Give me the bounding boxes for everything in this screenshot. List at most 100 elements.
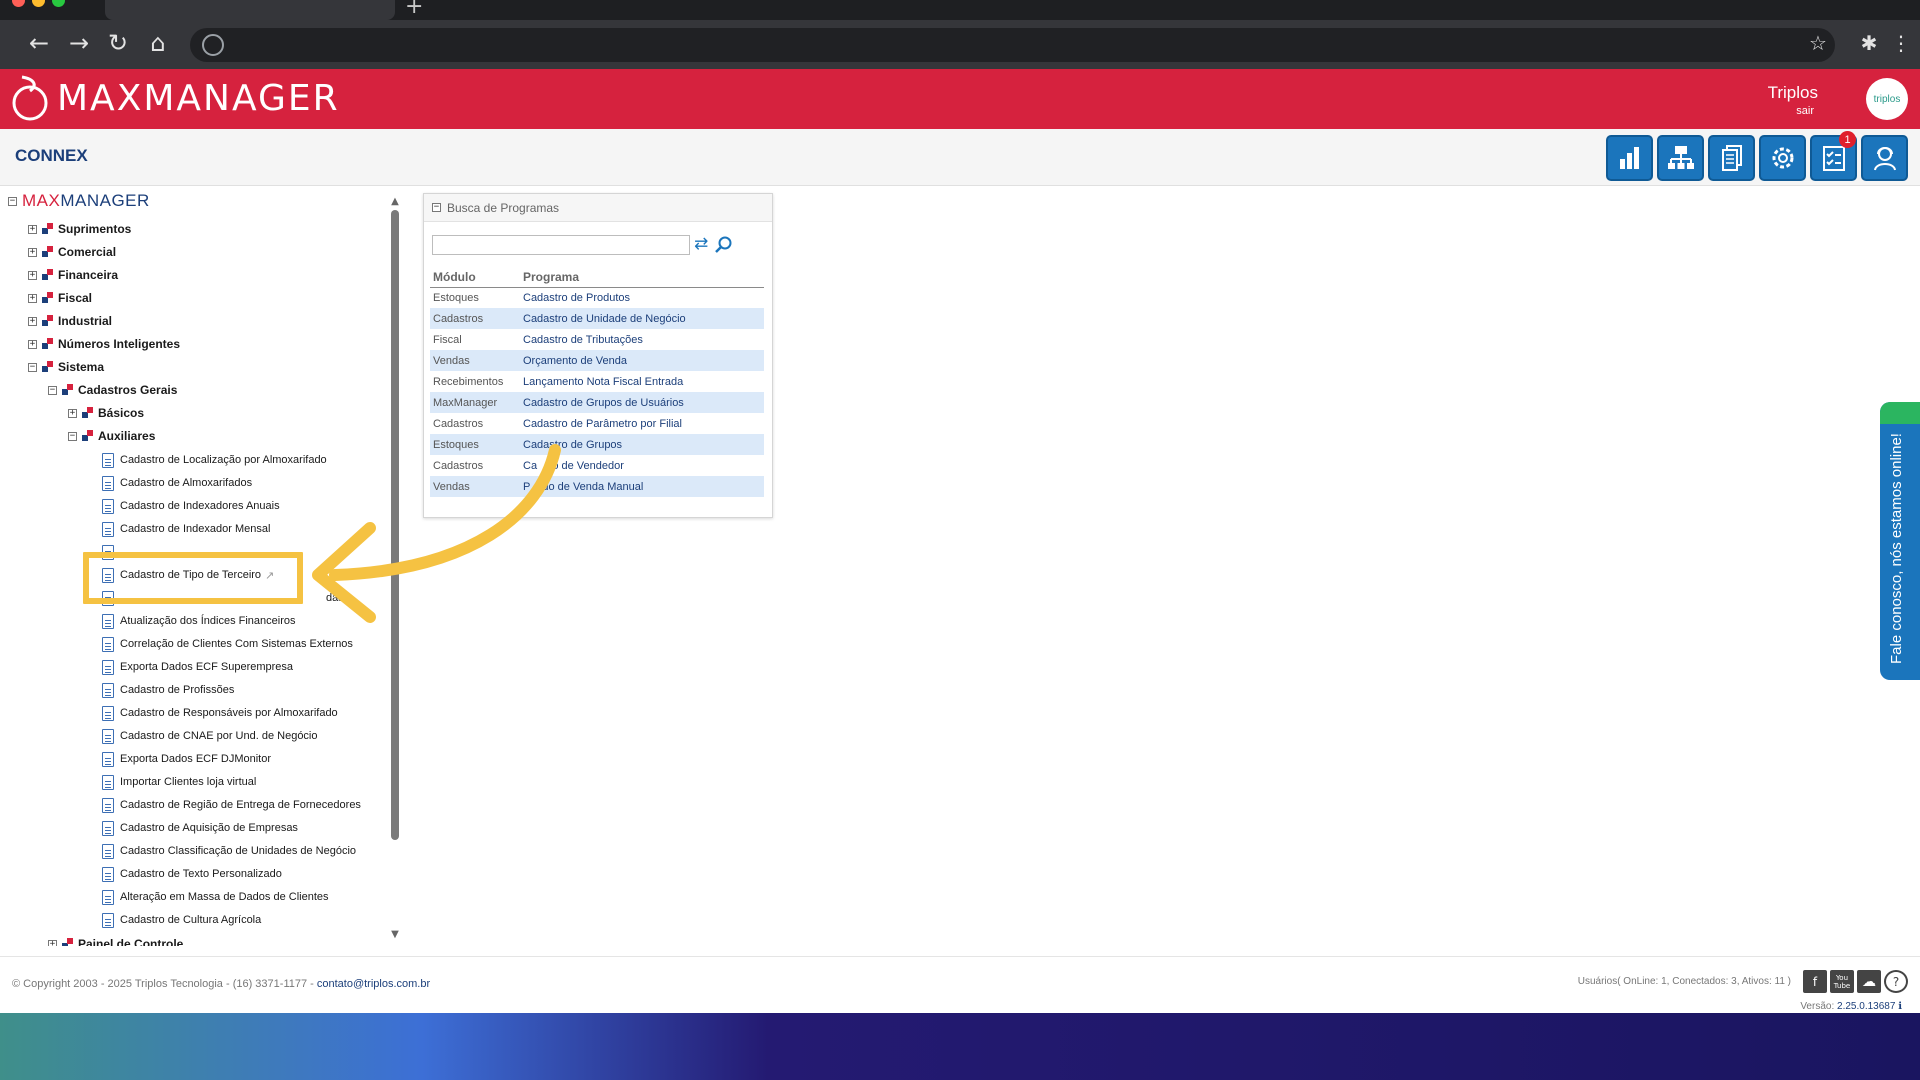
program-link[interactable]: Cadastro de Produtos bbox=[520, 287, 764, 308]
home-icon[interactable]: ⌂ bbox=[141, 26, 175, 60]
help-icon[interactable]: ? bbox=[1884, 970, 1908, 993]
info-icon[interactable]: ℹ bbox=[1898, 1001, 1902, 1012]
program-link[interactable]: Cadastro de Unidade de Negócio bbox=[520, 308, 764, 329]
address-bar[interactable] bbox=[190, 28, 1835, 62]
scroll-down-icon[interactable]: ▼ bbox=[389, 929, 401, 941]
collapse-icon[interactable]: − bbox=[68, 431, 77, 441]
support-button[interactable] bbox=[1861, 135, 1908, 181]
table-row[interactable]: MaxManager Cadastro de Grupos de Usuários bbox=[430, 392, 764, 413]
refresh-icon[interactable]: ⇄ bbox=[694, 234, 712, 256]
scroll-up-icon[interactable]: ▲ bbox=[389, 196, 401, 208]
tree-item-fiscal[interactable]: + Fiscal bbox=[28, 288, 92, 308]
tree-leaf-label: Cadastro de Texto Personalizado bbox=[120, 868, 282, 880]
company-avatar[interactable]: triplos bbox=[1866, 78, 1908, 120]
tree-item-suprimentos[interactable]: + Suprimentos bbox=[28, 219, 131, 239]
program-link[interactable]: Lançamento Nota Fiscal Entrada bbox=[520, 371, 764, 392]
program-link[interactable]: Cadastro de Tributações bbox=[520, 329, 764, 350]
new-tab-icon[interactable]: + bbox=[405, 0, 423, 19]
program-link[interactable]: P do de Venda Manual bbox=[520, 476, 764, 497]
tree-leaf[interactable]: Cadastro de Aquisição de Empresas bbox=[102, 818, 298, 838]
tree-item-sistema[interactable]: − Sistema bbox=[28, 357, 104, 377]
tree-leaf-label: Cadastro de Indexadores Anuais bbox=[120, 500, 280, 512]
tree-leaf[interactable]: Importar Clientes loja virtual bbox=[102, 772, 256, 792]
tree-leaf[interactable]: Cadastro de Profissões bbox=[102, 680, 234, 700]
table-row[interactable]: Vendas P do de Venda Manual bbox=[430, 476, 764, 497]
extensions-icon[interactable]: ✱ bbox=[1852, 26, 1886, 60]
forward-icon[interactable]: → bbox=[62, 26, 96, 60]
tree-item-industrial[interactable]: + Industrial bbox=[28, 311, 112, 331]
tree-root[interactable]: − MAXMANAGER bbox=[8, 191, 150, 211]
close-window-dot[interactable] bbox=[12, 0, 25, 7]
tree-item-basicos[interactable]: + Básicos bbox=[68, 403, 144, 423]
tree-leaf[interactable]: Cadastro de Cultura Agrícola bbox=[102, 910, 261, 930]
program-search-input[interactable] bbox=[432, 235, 690, 255]
table-row[interactable]: Recebimentos Lançamento Nota Fiscal Entra… bbox=[430, 371, 764, 392]
network-button[interactable] bbox=[1657, 135, 1704, 181]
tree-scrollbar[interactable]: ▲ ▼ bbox=[389, 196, 401, 941]
maximize-window-dot[interactable] bbox=[52, 0, 65, 7]
browser-menu-icon[interactable]: ⋮ bbox=[1884, 26, 1918, 60]
tree-item-comercial[interactable]: + Comercial bbox=[28, 242, 116, 262]
settings-button[interactable] bbox=[1759, 135, 1806, 181]
bookmark-star-icon[interactable]: ☆ bbox=[1801, 26, 1835, 60]
collapse-icon[interactable]: − bbox=[48, 385, 57, 395]
expand-icon[interactable]: + bbox=[68, 408, 77, 418]
back-icon[interactable]: ← bbox=[22, 26, 56, 60]
facebook-icon[interactable]: f bbox=[1803, 970, 1827, 993]
tree-leaf[interactable]: Exporta Dados ECF Superempresa bbox=[102, 657, 293, 677]
reports-button[interactable] bbox=[1606, 135, 1653, 181]
tree-leaf[interactable]: Cadastro de Indexador Mensal bbox=[102, 519, 270, 539]
table-row[interactable]: Fiscal Cadastro de Tributações bbox=[430, 329, 764, 350]
tree-leaf[interactable]: Cadastro Classificação de Unidades de Ne… bbox=[102, 841, 356, 861]
collapse-icon[interactable]: − bbox=[8, 196, 17, 206]
panel-header[interactable]: − Busca de Programas bbox=[424, 194, 772, 222]
search-icon[interactable] bbox=[714, 235, 734, 255]
scroll-thumb[interactable] bbox=[391, 210, 399, 840]
tree-leaf[interactable]: Alteração em Massa de Dados de Clientes bbox=[102, 887, 329, 907]
tree-leaf[interactable]: Cadastro de Localização por Almoxarifado bbox=[102, 450, 327, 470]
table-row[interactable]: Estoques Cadastro de Grupos bbox=[430, 434, 764, 455]
collapse-icon[interactable]: − bbox=[28, 362, 37, 372]
documents-button[interactable] bbox=[1708, 135, 1755, 181]
program-link[interactable]: Cadastro de Grupos de Usuários bbox=[520, 392, 764, 413]
tree-leaf[interactable]: Cadastro de Texto Personalizado bbox=[102, 864, 282, 884]
program-link[interactable]: Cadastro de Grupos bbox=[520, 434, 764, 455]
expand-icon[interactable]: + bbox=[48, 939, 57, 946]
tree-item-painel-de-controle[interactable]: + Painel de Controle bbox=[48, 934, 183, 946]
tree-leaf[interactable]: Cadastro de Indexadores Anuais bbox=[102, 496, 280, 516]
minimize-window-dot[interactable] bbox=[32, 0, 45, 7]
program-link[interactable]: Ca o de Vendedor bbox=[520, 455, 764, 476]
cloud-icon[interactable]: ☁ bbox=[1857, 970, 1881, 993]
expand-icon[interactable]: + bbox=[28, 224, 37, 234]
tree-leaf[interactable]: Correlação de Clientes Com Sistemas Exte… bbox=[102, 634, 353, 654]
tree-leaf[interactable]: Cadastro de Região de Entrega de Fornece… bbox=[102, 795, 361, 815]
tree-item-auxiliares[interactable]: − Auxiliares bbox=[68, 426, 155, 446]
contact-email-link[interactable]: contato@triplos.com.br bbox=[317, 978, 430, 990]
expand-icon[interactable]: + bbox=[28, 293, 37, 303]
expand-icon[interactable]: + bbox=[28, 247, 37, 257]
tree-leaf[interactable]: Cadastro de CNAE por Und. de Negócio bbox=[102, 726, 318, 746]
youtube-icon[interactable]: You Tube bbox=[1830, 970, 1854, 993]
program-link[interactable]: Orçamento de Venda bbox=[520, 350, 764, 371]
expand-icon[interactable]: + bbox=[28, 316, 37, 326]
collapse-icon[interactable]: − bbox=[432, 203, 441, 212]
table-row[interactable]: Estoques Cadastro de Produtos bbox=[430, 287, 764, 308]
logout-link[interactable]: sair bbox=[1796, 105, 1814, 117]
table-row[interactable]: Cadastros Cadastro de Parâmetro por Filia… bbox=[430, 413, 764, 434]
tree-leaf[interactable]: Atualização dos Índices Financeiros bbox=[102, 611, 295, 631]
tree-leaf[interactable]: Cadastro de Responsáveis por Almoxarifad… bbox=[102, 703, 338, 723]
table-row[interactable]: Cadastros Ca o de Vendedor bbox=[430, 455, 764, 476]
table-row[interactable]: Vendas Orçamento de Venda bbox=[430, 350, 764, 371]
tree-item-cadastros-gerais[interactable]: − Cadastros Gerais bbox=[48, 380, 177, 400]
reload-icon[interactable]: ↻ bbox=[101, 26, 135, 60]
program-link[interactable]: Cadastro de Parâmetro por Filial bbox=[520, 413, 764, 434]
tree-item-financeira[interactable]: + Financeira bbox=[28, 265, 118, 285]
tree-leaf[interactable]: Exporta Dados ECF DJMonitor bbox=[102, 749, 271, 769]
table-row[interactable]: Cadastros Cadastro de Unidade de Negócio bbox=[430, 308, 764, 329]
expand-icon[interactable]: + bbox=[28, 270, 37, 280]
expand-icon[interactable]: + bbox=[28, 339, 37, 349]
tree-item-numeros-inteligentes[interactable]: + Números Inteligentes bbox=[28, 334, 180, 354]
browser-tab[interactable] bbox=[105, 0, 395, 20]
chat-widget[interactable]: Fale conosco, nós estamos online! bbox=[1880, 402, 1920, 680]
tree-leaf[interactable]: Cadastro de Almoxarifados bbox=[102, 473, 252, 493]
